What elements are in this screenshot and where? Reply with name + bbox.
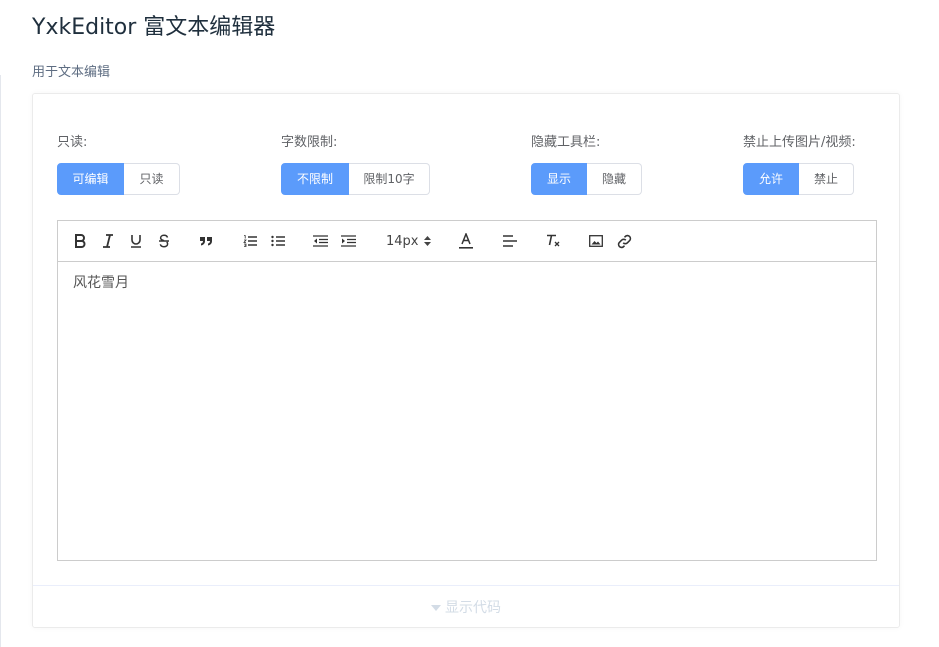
option-hide-toolbar-label: 隐藏工具栏: [531, 135, 601, 150]
font-size-picker[interactable]: 14px [386, 231, 438, 251]
clear-format-icon[interactable] [544, 231, 562, 251]
editor-text: 风花雪月 [73, 275, 129, 291]
strikethrough-icon[interactable] [156, 231, 172, 251]
image-icon[interactable] [588, 231, 604, 251]
page-description: 用于文本编辑 [32, 65, 111, 80]
show-toolbar-button[interactable]: 显示 [531, 163, 587, 195]
outdent-icon[interactable] [312, 231, 328, 251]
chevron-up-down-icon [423, 236, 431, 246]
option-hide-toolbar: 隐藏工具栏: 显示 隐藏 [531, 134, 642, 195]
editable-button[interactable]: 可编辑 [57, 163, 124, 195]
bullet-list-icon[interactable] [270, 231, 286, 251]
caret-down-icon [431, 604, 441, 611]
word-limit-button-group: 不限制 限制10字 [281, 163, 430, 195]
demo-card: 只读: 可编辑 只读 字数限制: 不限制 限制10字 隐藏工具栏: 显示 隐藏 … [32, 93, 900, 628]
editor-toolbar: 14px [58, 221, 876, 262]
option-readonly-label: 只读: [57, 135, 88, 150]
ordered-list-icon[interactable] [242, 231, 258, 251]
indent-icon[interactable] [340, 231, 356, 251]
show-code-label: 显示代码 [445, 599, 501, 616]
option-disable-upload: 禁止上传图片/视频: 允许 禁止 [743, 134, 856, 195]
font-color-icon[interactable] [458, 231, 474, 251]
editor-content[interactable]: 风花雪月 [58, 262, 876, 560]
readonly-button[interactable]: 只读 [124, 163, 180, 195]
disable-upload-button[interactable]: 禁止 [799, 163, 854, 195]
italic-icon[interactable] [100, 231, 116, 251]
readonly-button-group: 可编辑 只读 [57, 163, 180, 195]
bold-icon[interactable] [72, 231, 88, 251]
left-divider [0, 75, 1, 647]
blockquote-icon[interactable] [198, 231, 214, 251]
no-limit-button[interactable]: 不限制 [281, 163, 349, 195]
hide-toolbar-button[interactable]: 隐藏 [587, 163, 642, 195]
link-icon[interactable] [616, 231, 632, 251]
upload-button-group: 允许 禁止 [743, 163, 856, 195]
allow-upload-button[interactable]: 允许 [743, 163, 799, 195]
option-word-limit: 字数限制: 不限制 限制10字 [281, 134, 430, 195]
option-word-limit-label: 字数限制: [281, 135, 338, 150]
limit-10-button[interactable]: 限制10字 [349, 163, 430, 195]
hide-toolbar-button-group: 显示 隐藏 [531, 163, 642, 195]
align-icon[interactable] [502, 231, 518, 251]
rich-text-editor: 14px 风花雪月 [57, 220, 877, 561]
option-disable-upload-label: 禁止上传图片/视频: [743, 135, 856, 150]
page-title: YxkEditor 富文本编辑器 [32, 15, 276, 40]
font-size-value: 14px [386, 233, 419, 249]
show-code-toggle[interactable]: 显示代码 [33, 585, 899, 627]
underline-icon[interactable] [128, 231, 144, 251]
option-readonly: 只读: 可编辑 只读 [57, 134, 180, 195]
